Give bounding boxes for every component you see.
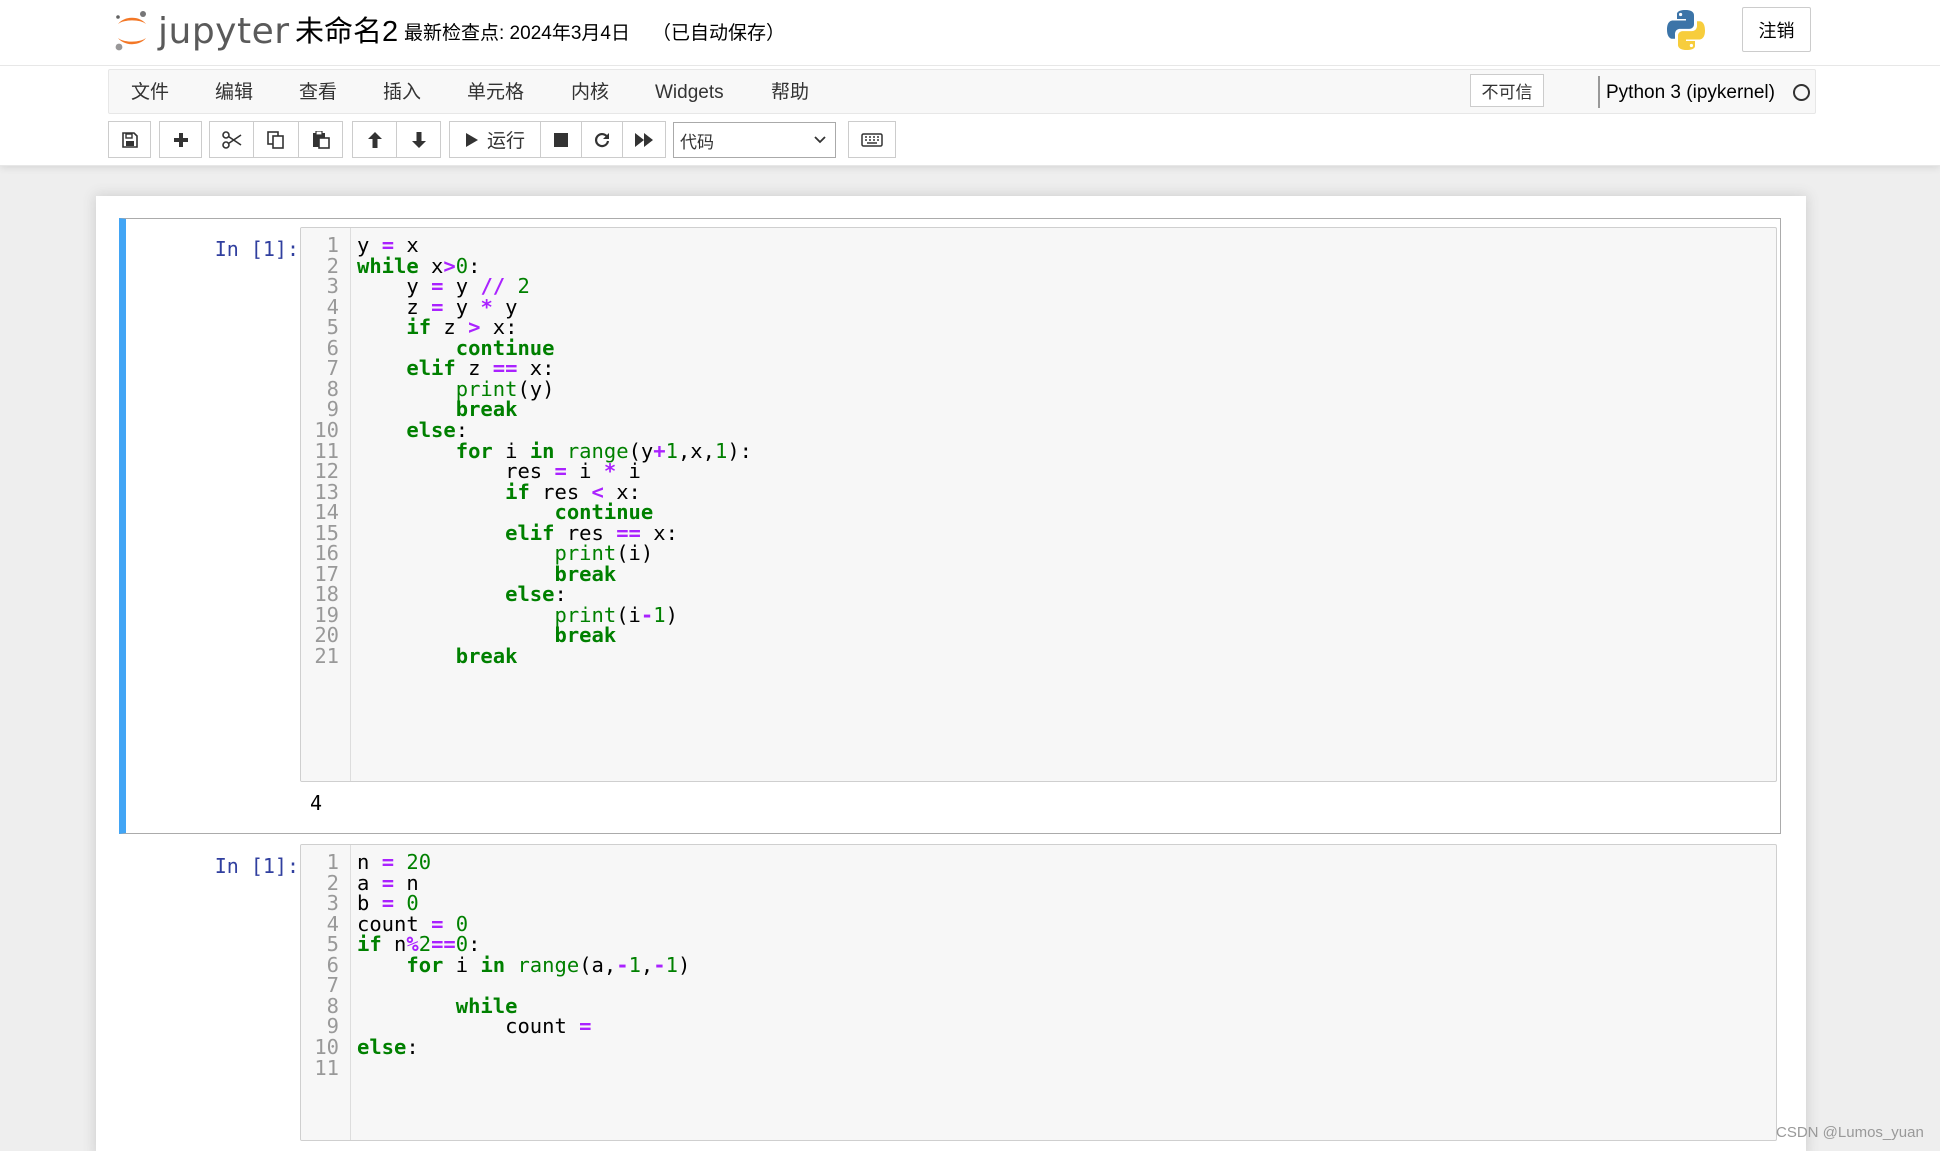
run-button-label: 运行 <box>486 131 525 152</box>
save-icon <box>121 131 138 148</box>
trust-button[interactable]: 不可信 <box>1470 74 1544 107</box>
code-text: break <box>455 644 518 668</box>
header-top: jupyter 未命名2 最新检查点: 2024年3月4日 （已自动保存） 注销 <box>0 0 1940 66</box>
insert-cell-button[interactable] <box>159 121 202 158</box>
scissors-icon <box>221 130 241 149</box>
save-button[interactable] <box>108 121 151 158</box>
restart-button[interactable] <box>581 121 623 158</box>
jupyter-logo-text: jupyter <box>158 10 290 52</box>
arrow-down-icon <box>411 131 426 148</box>
checkpoint-status: 最新检查点: 2024年3月4日 <box>404 23 630 44</box>
arrow-up-icon <box>367 131 382 148</box>
restart-run-all-button[interactable] <box>622 121 666 158</box>
cell-output: 4 <box>310 791 323 815</box>
paste-icon <box>312 130 330 149</box>
kernel-name[interactable]: Python 3 (ipykernel) <box>1606 70 1775 115</box>
cell-type-select[interactable]: 代码 <box>673 122 836 158</box>
menubar: 文件 编辑 查看 插入 单元格 内核 Widgets 帮助 不可信 Python… <box>108 69 1816 114</box>
cell-type-value: 代码 <box>680 132 714 152</box>
line-number: 11 <box>314 1055 339 1080</box>
notebook-name[interactable]: 未命名2 <box>295 8 398 50</box>
stop-icon <box>554 132 568 147</box>
chevron-down-icon <box>814 136 826 144</box>
copy-button[interactable] <box>253 121 299 158</box>
menu-file[interactable]: 文件 <box>131 70 169 115</box>
menu-cell[interactable]: 单元格 <box>467 70 524 115</box>
code-editor[interactable]: 1y = x 2 while x>0: 3 y = y // 24 z = y * y… <box>300 227 1777 782</box>
move-down-button[interactable] <box>396 121 441 158</box>
python-logo-icon <box>1664 8 1708 57</box>
command-palette-button[interactable] <box>848 121 896 158</box>
code-text: for i in range(a,-1,-1) <box>406 952 691 977</box>
copy-icon <box>267 130 284 149</box>
jupyter-logo-icon <box>115 11 146 51</box>
run-button[interactable]: 运行 <box>449 121 541 158</box>
cut-button[interactable] <box>209 121 254 158</box>
kernel-idle-indicator-icon <box>1793 84 1810 101</box>
cell-prompt: In [1]: <box>214 854 299 878</box>
cell-prompt: In [1]: <box>214 237 299 261</box>
keyboard-icon <box>861 132 883 147</box>
watermark: CSDN @Lumos_yuan <box>1776 1124 1924 1141</box>
code-editor[interactable]: 1n = 20 2 a = n3b = 0 4 count = 0 5 if n%2==0:… <box>300 844 1777 1141</box>
play-icon <box>465 132 478 147</box>
code-cell-2[interactable]: In [1]: 1n = 20 2 a = n3b = 0 4 count = 0 5 if… <box>119 836 1781 1151</box>
menu-insert[interactable]: 插入 <box>383 70 421 115</box>
menu-help[interactable]: 帮助 <box>771 70 809 115</box>
header: jupyter 未命名2 最新检查点: 2024年3月4日 （已自动保存） 注销… <box>0 0 1940 166</box>
logout-button[interactable]: 注销 <box>1742 7 1811 52</box>
restart-icon <box>594 132 610 147</box>
menu-view[interactable]: 查看 <box>299 70 337 115</box>
autosave-status: （已自动保存） <box>652 23 786 44</box>
toolbar: 运行 代码 <box>108 121 1816 159</box>
interrupt-button[interactable] <box>540 121 582 158</box>
kernel-separator <box>1598 76 1600 108</box>
move-up-button[interactable] <box>352 121 397 158</box>
notebook-container: In [1]: 1y = x 2 while x>0: 3 y = y // 24 z… <box>96 196 1806 1151</box>
line-number: 21 <box>314 644 339 668</box>
code-text: else: <box>357 1034 419 1059</box>
menu-kernel[interactable]: 内核 <box>571 70 609 115</box>
plus-icon <box>173 132 188 147</box>
menu-widgets[interactable]: Widgets <box>655 70 724 115</box>
paste-button[interactable] <box>298 121 343 158</box>
jupyter-logo[interactable]: jupyter <box>112 6 290 56</box>
code-cell-1[interactable]: In [1]: 1y = x 2 while x>0: 3 y = y // 24 z… <box>119 218 1781 834</box>
menu-edit[interactable]: 编辑 <box>215 70 253 115</box>
fast-forward-icon <box>635 132 653 147</box>
